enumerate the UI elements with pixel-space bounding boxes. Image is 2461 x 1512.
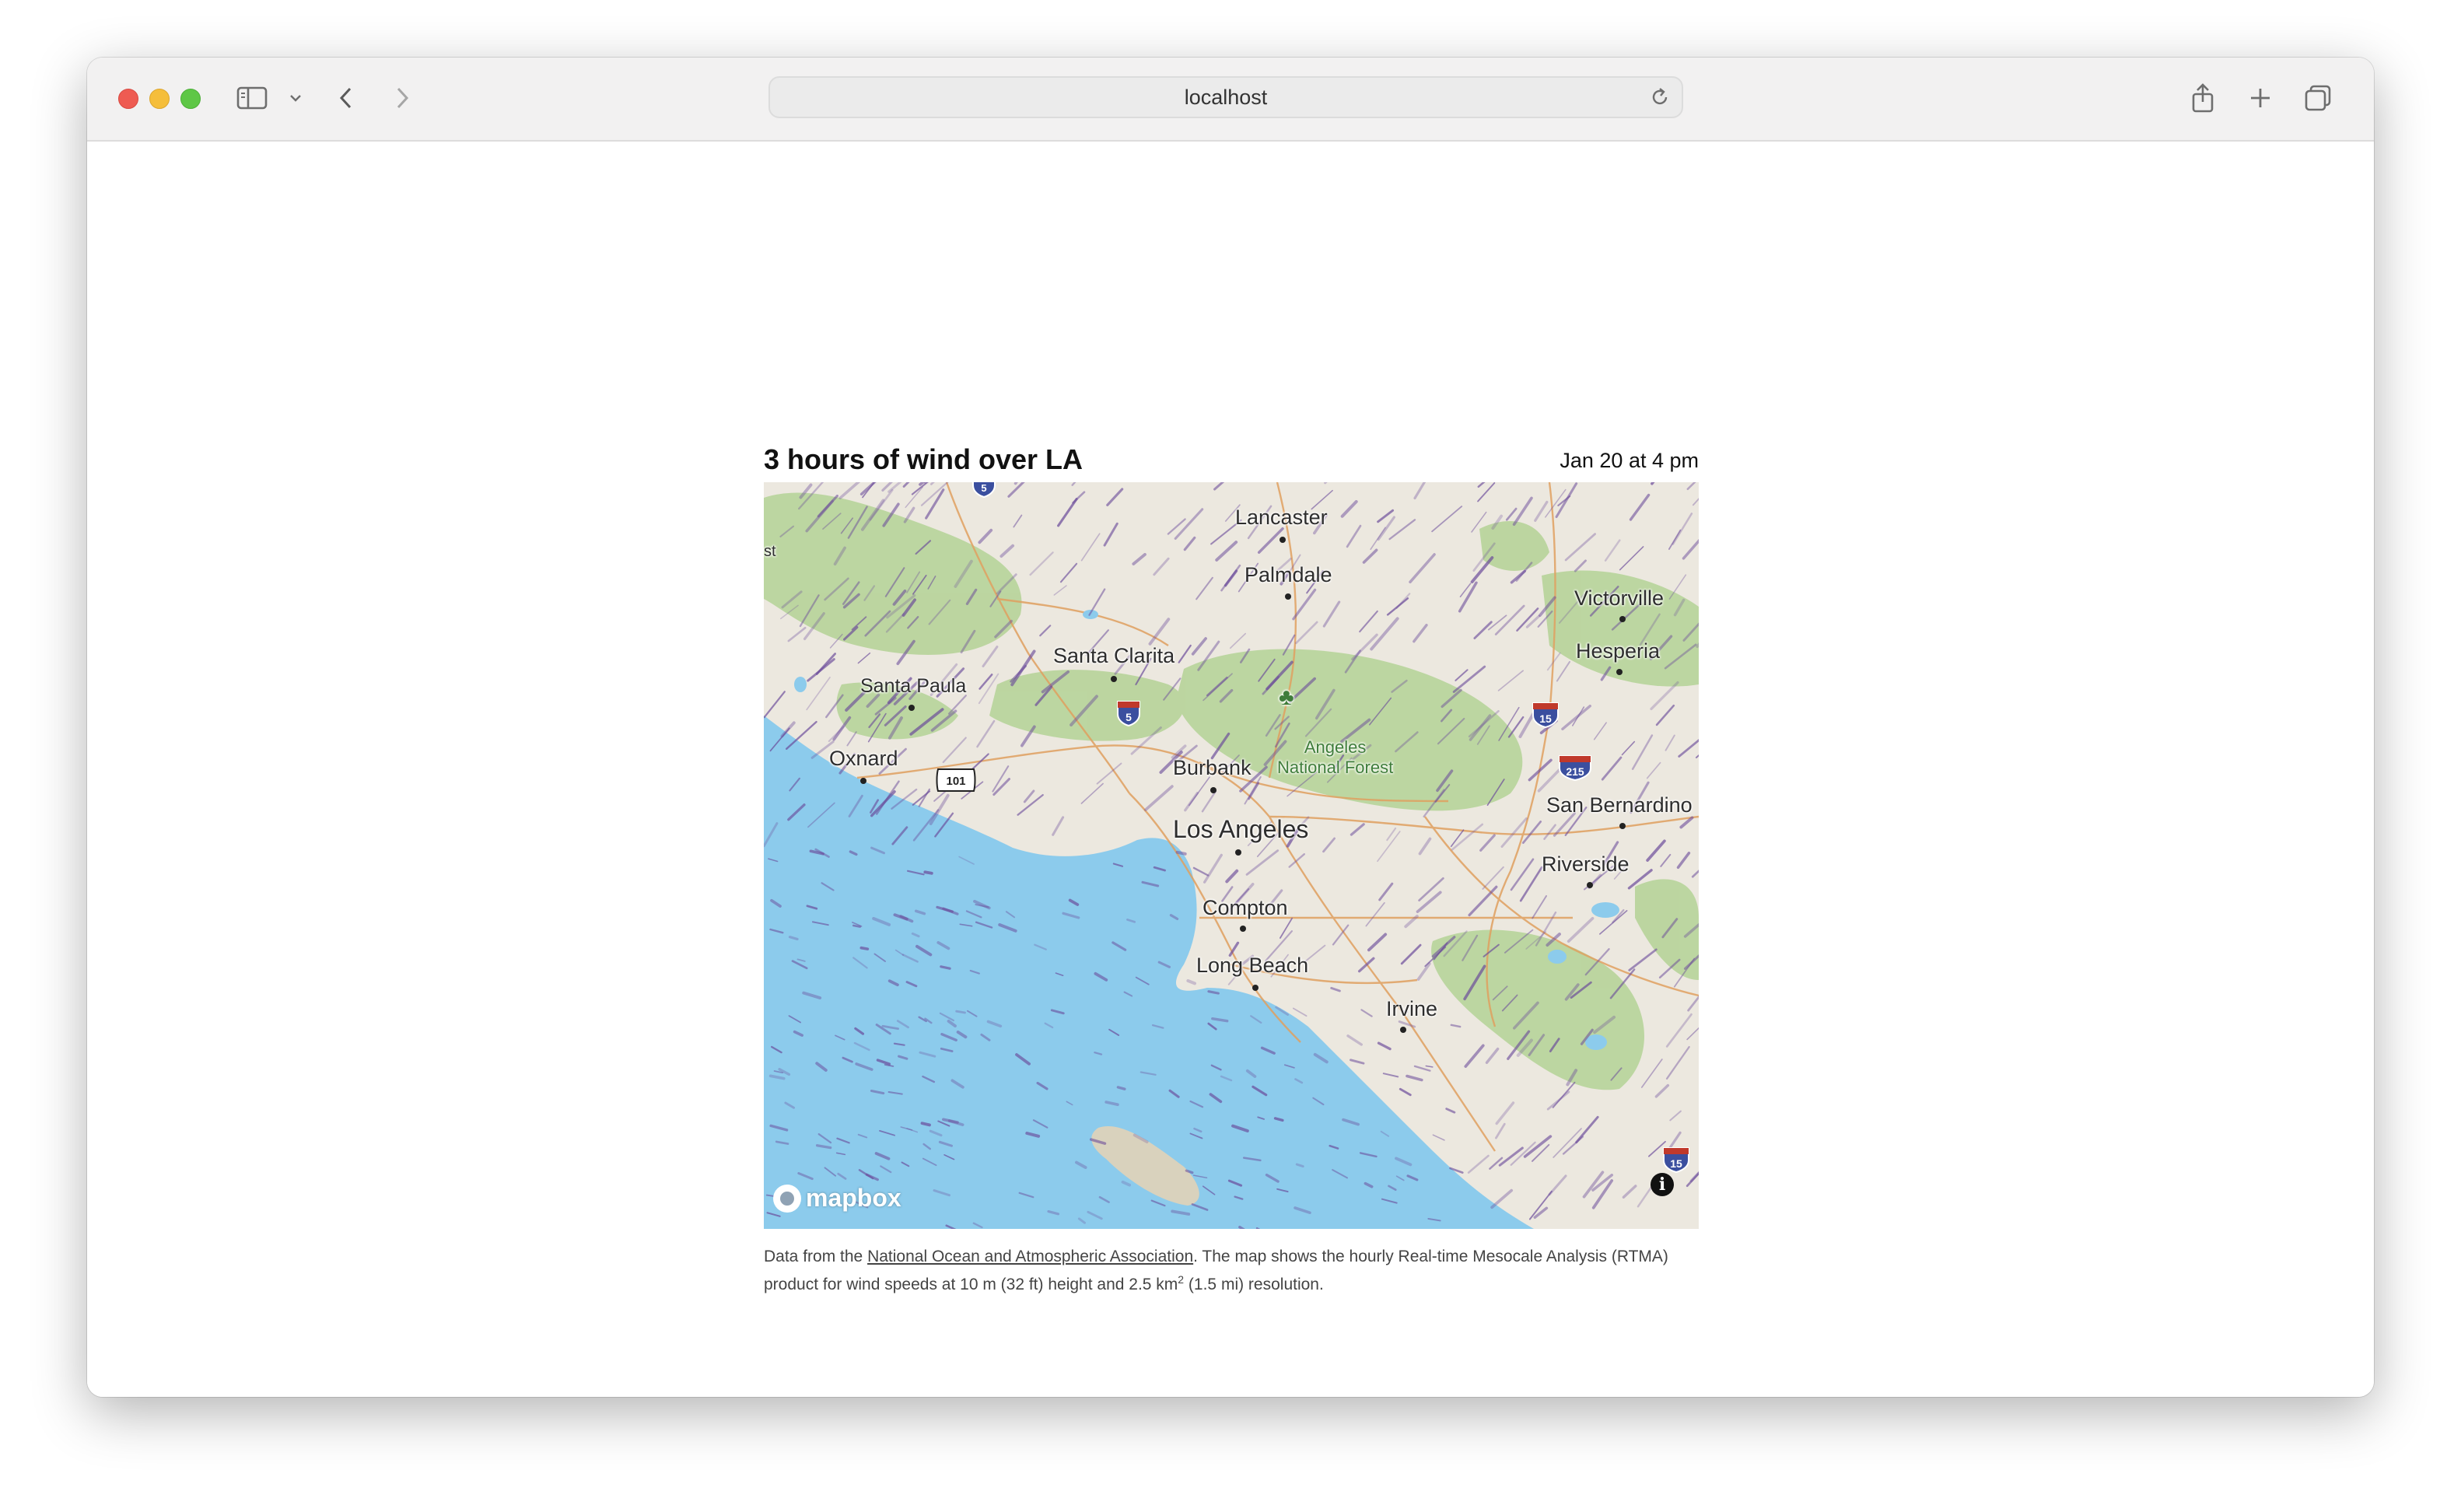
city-marker bbox=[860, 778, 866, 784]
mapbox-wordmark: mapbox bbox=[806, 1184, 901, 1212]
label-angeles-national-forest: Angeles National Forest bbox=[1277, 737, 1393, 778]
wind-streak bbox=[920, 1122, 931, 1127]
tree-icon: ♣ bbox=[1279, 684, 1294, 710]
wind-streak bbox=[852, 924, 861, 928]
city-palmdale: Palmdale bbox=[1245, 563, 1332, 586]
city-marker bbox=[1240, 926, 1246, 932]
shield-number: 5 bbox=[1125, 711, 1132, 723]
browser-window: localhost 3 hours of wind over LA Jan 20… bbox=[87, 58, 2374, 1397]
plus-icon[interactable] bbox=[2245, 79, 2276, 117]
city-santa-clarita: Santa Clarita bbox=[1053, 644, 1175, 667]
caption-prefix: Data from the bbox=[764, 1248, 868, 1265]
shield-number: 15 bbox=[1539, 712, 1552, 725]
shield-number: 5 bbox=[981, 482, 986, 494]
city-marker bbox=[1280, 537, 1286, 543]
city-marker bbox=[1210, 787, 1216, 793]
noaa-link[interactable]: National Ocean and Atmospheric Associati… bbox=[867, 1248, 1193, 1265]
mapbox-logo[interactable]: mapbox bbox=[773, 1184, 901, 1213]
reload-icon[interactable] bbox=[1649, 86, 1671, 112]
page-title: 3 hours of wind over LA bbox=[764, 443, 1083, 475]
browser-toolbar: localhost bbox=[87, 58, 2374, 142]
minimize-window-button[interactable] bbox=[149, 89, 170, 109]
city-oxnard: Oxnard bbox=[829, 747, 898, 770]
city-irvine: Irvine bbox=[1386, 997, 1438, 1020]
share-icon[interactable] bbox=[2187, 79, 2218, 117]
shield-number: 101 bbox=[946, 775, 965, 788]
city-burbank: Burbank bbox=[1173, 756, 1252, 779]
city-lancaster: Lancaster bbox=[1235, 506, 1328, 529]
city-marker bbox=[1619, 616, 1626, 622]
forward-arrow-icon[interactable] bbox=[390, 79, 414, 117]
caption: Data from the National Ocean and Atmosph… bbox=[764, 1243, 1699, 1299]
city-victorville: Victorville bbox=[1574, 586, 1665, 610]
city-compton: Compton bbox=[1202, 896, 1288, 919]
wind-streak bbox=[923, 870, 933, 875]
back-arrow-icon[interactable] bbox=[334, 79, 358, 117]
city-los-angeles: Los Angeles bbox=[1173, 815, 1309, 843]
city-riverside: Riverside bbox=[1542, 852, 1630, 876]
city-marker bbox=[1111, 676, 1117, 682]
wind-map[interactable]: Lancaster Palmdale Victorville Hesperia … bbox=[764, 482, 1699, 1229]
wind-streak bbox=[859, 946, 870, 950]
city-marker bbox=[1285, 593, 1291, 600]
shield-number: 215 bbox=[1566, 765, 1584, 778]
chevron-down-icon[interactable] bbox=[286, 79, 305, 117]
city-marker bbox=[1400, 1027, 1406, 1033]
address-text: localhost bbox=[1184, 86, 1268, 109]
city-san-bernardino: San Bernardino bbox=[1546, 793, 1693, 817]
caption-suffix: (1.5 mi) resolution. bbox=[1184, 1276, 1324, 1293]
city-marker bbox=[1587, 882, 1593, 888]
wind-streak bbox=[1175, 850, 1187, 856]
city-marker bbox=[1252, 985, 1259, 991]
mapbox-icon bbox=[773, 1184, 801, 1213]
city-santa-paula: Santa Paula bbox=[860, 675, 967, 697]
maximize-window-button[interactable] bbox=[180, 89, 201, 109]
city-marker bbox=[908, 705, 915, 711]
info-icon[interactable]: i bbox=[1651, 1173, 1674, 1196]
page-content: 3 hours of wind over LA Jan 20 at 4 pm L… bbox=[87, 142, 2374, 1397]
shield-number: 15 bbox=[1670, 1157, 1682, 1170]
sidebar-icon[interactable] bbox=[235, 79, 269, 117]
address-bar[interactable]: localhost bbox=[768, 76, 1683, 118]
wind-streak bbox=[955, 1010, 966, 1014]
city-hesperia: Hesperia bbox=[1576, 639, 1661, 663]
city-marker bbox=[1235, 849, 1241, 856]
close-window-button[interactable] bbox=[118, 89, 138, 109]
city-edge-label: st bbox=[764, 543, 776, 560]
forest-label-line2: National Forest bbox=[1277, 758, 1394, 777]
wind-streak bbox=[1116, 1086, 1126, 1090]
city-marker bbox=[1616, 669, 1623, 675]
wind-streak bbox=[1273, 1117, 1284, 1122]
timestamp: Jan 20 at 4 pm bbox=[1560, 449, 1699, 472]
forest-label-line1: Angeles bbox=[1304, 737, 1367, 757]
caption-superscript: 2 bbox=[1178, 1273, 1185, 1286]
city-long-beach: Long Beach bbox=[1196, 954, 1309, 977]
tab-overview-icon[interactable] bbox=[2302, 79, 2333, 117]
city-marker bbox=[1619, 823, 1626, 829]
